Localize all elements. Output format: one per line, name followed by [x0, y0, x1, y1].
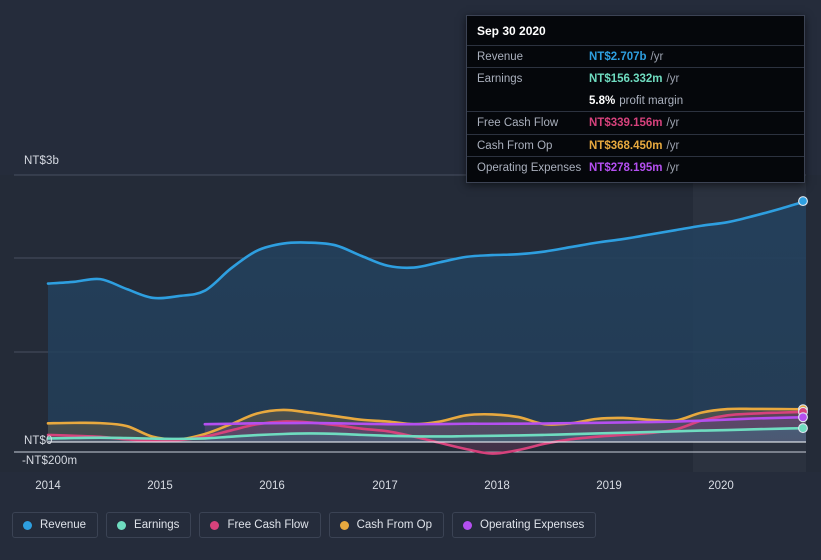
legend-item-earnings[interactable]: Earnings — [106, 512, 192, 538]
tooltip-row-unit: /yr — [650, 51, 664, 63]
legend-item-free-cash-flow[interactable]: Free Cash Flow — [199, 512, 321, 538]
legend-item-label: Cash From Op — [356, 519, 433, 531]
tooltip-row-value: NT$2.707b — [589, 51, 647, 63]
tooltip-row-value: NT$339.156m — [589, 117, 663, 130]
x-axis-label-2017: 2017 — [372, 480, 398, 492]
tooltip-row: Cash From Op NT$368.450m/yr — [467, 133, 804, 156]
y-axis-label-0: NT$3b — [24, 155, 60, 167]
y-axis-label-1: NT$0 — [24, 435, 53, 447]
legend-color-dot-icon — [210, 520, 220, 530]
tooltip-row-unit: /yr — [666, 161, 680, 174]
x-axis-label-2020: 2020 — [708, 480, 734, 492]
legend-color-dot-icon — [463, 520, 473, 530]
x-axis-label-2019: 2019 — [596, 480, 622, 492]
legend-color-dot-icon — [339, 520, 349, 530]
tooltip-row: Free Cash Flow NT$339.156m/yr — [467, 111, 804, 133]
datapoint-tooltip: Sep 30 2020 Revenue NT$2.707b/yr Earnings N… — [466, 15, 805, 184]
tooltip-row-label: Revenue — [477, 51, 524, 63]
tooltip-row-value: 5.8% — [589, 94, 616, 107]
x-axis-label-2016: 2016 — [259, 480, 285, 492]
tooltip-date: Sep 30 2020 — [477, 24, 546, 38]
legend-item-label: Revenue — [40, 519, 87, 531]
tooltip-row-subtext: profit margin — [619, 94, 684, 107]
legend-item-operating-expenses[interactable]: Operating Expenses — [452, 512, 597, 538]
legend-item-revenue[interactable]: Revenue — [12, 512, 99, 538]
tooltip-row: Revenue NT$2.707b/yr — [467, 45, 804, 67]
endpoint-dot-operating-expenses[interactable] — [798, 412, 808, 423]
tooltip-row-label: Cash From Op — [477, 139, 553, 152]
tooltip-row-unit: /yr — [666, 73, 680, 86]
tooltip-row-label: Earnings — [477, 73, 523, 86]
legend-color-dot-icon — [117, 520, 127, 530]
tooltip-row: Earnings NT$156.332m/yr — [467, 67, 804, 89]
tooltip-row-label: Free Cash Flow — [477, 117, 559, 130]
legend-item-cash-from-op[interactable]: Cash From Op — [328, 512, 445, 538]
x-axis-label-2015: 2015 — [147, 480, 173, 492]
legend-item-label: Operating Expenses — [480, 519, 585, 531]
tooltip-row-value: NT$368.450m — [589, 139, 663, 152]
chart-legend[interactable]: Revenue Earnings Free Cash Flow Cash From O… — [12, 512, 597, 538]
tooltip-row-value: NT$278.195m — [589, 161, 663, 174]
tooltip-row: 5.8% profit margin — [467, 90, 804, 111]
tooltip-row-unit: /yr — [666, 139, 680, 152]
tooltip-row-unit: /yr — [666, 117, 680, 130]
legend-item-label: Earnings — [134, 519, 180, 531]
financial-performance-chart: NT$3b NT$0 -NT$200m 2014 2015 2016 2017 2018 20… — [0, 0, 821, 560]
legend-color-dot-icon — [23, 520, 32, 530]
x-axis-label-2018: 2018 — [484, 480, 510, 492]
tooltip-rows: Revenue NT$2.707b/yr Earnings NT$156.332m/y… — [467, 45, 804, 178]
legend-item-label: Free Cash Flow — [227, 519, 309, 531]
endpoint-dot-earnings[interactable] — [798, 423, 808, 434]
tooltip-row-label: Operating Expenses — [477, 161, 582, 174]
y-axis-label-2: -NT$200m — [22, 455, 78, 467]
endpoint-dot-revenue[interactable] — [798, 196, 808, 207]
tooltip-row-value: NT$156.332m — [589, 73, 663, 86]
x-axis-label-2014: 2014 — [35, 480, 61, 492]
tooltip-row: Operating Expenses NT$278.195m/yr — [467, 155, 804, 178]
